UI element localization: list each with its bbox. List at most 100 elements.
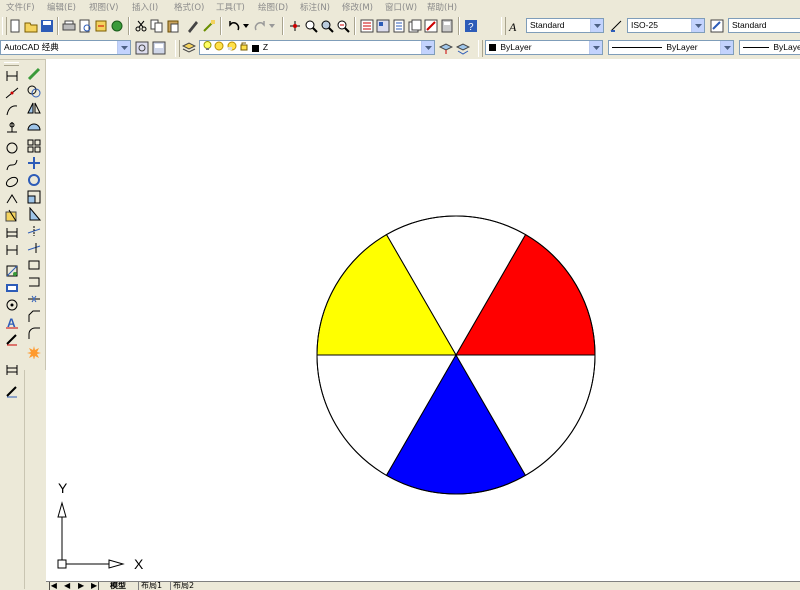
sun-icon[interactable] xyxy=(214,41,224,54)
menu-file[interactable]: 文件(F) xyxy=(6,1,35,13)
menu-format[interactable]: 格式(O) xyxy=(174,1,204,13)
region-icon[interactable] xyxy=(4,297,20,313)
menu-draw[interactable]: 绘图(D) xyxy=(258,1,288,13)
explode-icon[interactable] xyxy=(26,344,42,360)
menu-modify[interactable]: 修改(M) xyxy=(342,1,373,13)
array-icon[interactable] xyxy=(26,138,42,154)
markup-set-manager-icon[interactable] xyxy=(423,18,439,34)
circle-drawing[interactable] xyxy=(316,215,596,495)
block-editor-icon[interactable] xyxy=(201,18,217,34)
circle-icon[interactable] xyxy=(4,140,20,156)
publish-icon[interactable] xyxy=(93,18,109,34)
chevron-down-icon[interactable] xyxy=(421,41,434,54)
redo-dropdown-icon[interactable] xyxy=(268,18,276,34)
properties-icon[interactable] xyxy=(359,18,375,34)
save-icon[interactable] xyxy=(39,18,55,34)
copy-object-icon[interactable] xyxy=(26,83,42,99)
stretch-icon[interactable] xyxy=(26,206,42,222)
help-icon[interactable]: ? xyxy=(463,18,479,34)
copy-icon[interactable] xyxy=(149,18,165,34)
toolbar-grip[interactable] xyxy=(175,40,180,57)
layer-previous-icon[interactable] xyxy=(455,40,471,56)
offset-icon[interactable] xyxy=(26,117,42,133)
hatch-icon[interactable] xyxy=(4,263,20,279)
zoom-previous-icon[interactable] xyxy=(335,18,351,34)
gradient-icon[interactable] xyxy=(4,280,20,296)
open-icon[interactable] xyxy=(23,18,39,34)
dimension-edit-icon[interactable] xyxy=(4,383,20,399)
viewport-freeze-icon[interactable] xyxy=(227,41,237,54)
drawing-canvas[interactable]: Y X xyxy=(46,59,800,581)
make-block-icon[interactable] xyxy=(4,225,20,241)
make-object-layer-current-icon[interactable] xyxy=(438,40,454,56)
drawing-area[interactable]: Y X xyxy=(46,59,800,581)
rotate-icon[interactable] xyxy=(26,172,42,188)
menu-insert[interactable]: 插入(I) xyxy=(132,1,158,13)
workspace-select[interactable]: AutoCAD 经典 xyxy=(0,40,131,55)
polygon-icon[interactable] xyxy=(4,119,20,135)
lock-icon[interactable] xyxy=(239,41,249,54)
color-control-select[interactable]: ByLayer xyxy=(485,40,603,55)
toolbar-grip[interactable] xyxy=(501,17,506,35)
menu-window[interactable]: 窗口(W) xyxy=(385,1,417,13)
zoom-window-icon[interactable] xyxy=(319,18,335,34)
cut-icon[interactable] xyxy=(133,18,149,34)
insert-block-icon[interactable] xyxy=(4,208,20,224)
plot-preview-icon[interactable] xyxy=(77,18,93,34)
paste-icon[interactable] xyxy=(165,18,181,34)
3d-dwf-icon[interactable] xyxy=(109,18,125,34)
construction-line-icon[interactable] xyxy=(4,85,20,101)
menu-tools[interactable]: 工具(T) xyxy=(216,1,245,13)
dim-style-select[interactable]: ISO-25 xyxy=(627,18,705,33)
chamfer-icon[interactable] xyxy=(26,308,42,324)
new-icon[interactable] xyxy=(7,18,23,34)
erase-icon[interactable] xyxy=(26,66,42,82)
move-icon[interactable] xyxy=(26,155,42,171)
chevron-down-icon[interactable] xyxy=(117,41,130,54)
toolbar-grip[interactable] xyxy=(4,62,19,66)
quickcalc-icon[interactable] xyxy=(439,18,455,34)
undo-icon[interactable] xyxy=(226,18,242,34)
chevron-down-icon[interactable] xyxy=(590,19,603,32)
workspace-settings-icon[interactable] xyxy=(134,40,150,56)
menu-view[interactable]: 视图(V) xyxy=(89,1,118,13)
point-icon[interactable] xyxy=(4,242,20,258)
toolbar-grip[interactable] xyxy=(478,40,483,57)
ellipse-icon[interactable] xyxy=(4,174,20,190)
scale-icon[interactable] xyxy=(26,189,42,205)
multiline-text-icon[interactable] xyxy=(4,331,20,347)
extend-icon[interactable] xyxy=(26,240,42,256)
menu-edit[interactable]: 编辑(E) xyxy=(47,1,76,13)
mirror-icon[interactable] xyxy=(26,100,42,116)
polyline-icon[interactable] xyxy=(4,102,20,118)
break-icon[interactable] xyxy=(26,274,42,290)
table-style-select[interactable]: Standard xyxy=(728,18,800,33)
layer-control-select[interactable]: Z xyxy=(199,40,435,55)
tool-palettes-icon[interactable] xyxy=(391,18,407,34)
text-style-icon[interactable]: A xyxy=(507,18,523,34)
match-properties-icon[interactable] xyxy=(185,18,201,34)
redo-icon[interactable] xyxy=(252,18,268,34)
menu-help[interactable]: 帮助(H) xyxy=(427,1,457,13)
line-icon[interactable] xyxy=(4,68,20,84)
dimension-linear-icon[interactable] xyxy=(4,362,20,378)
menu-dimension[interactable]: 标注(N) xyxy=(300,1,330,13)
chevron-down-icon[interactable] xyxy=(589,41,602,54)
workspace-save-icon[interactable] xyxy=(151,40,167,56)
trim-icon[interactable] xyxy=(26,223,42,239)
chevron-down-icon[interactable] xyxy=(720,41,733,54)
linetype-control-select[interactable]: ByLayer xyxy=(608,40,734,55)
lineweight-control-select[interactable]: ByLayer xyxy=(739,40,800,55)
break-at-point-icon[interactable] xyxy=(26,257,42,273)
plot-icon[interactable] xyxy=(61,18,77,34)
text-style-select[interactable]: Standard xyxy=(526,18,604,33)
design-center-icon[interactable] xyxy=(375,18,391,34)
fillet-icon[interactable] xyxy=(26,325,42,341)
undo-dropdown-icon[interactable] xyxy=(242,18,250,34)
ellipse-arc-icon[interactable] xyxy=(4,191,20,207)
zoom-realtime-icon[interactable] xyxy=(303,18,319,34)
lightbulb-icon[interactable] xyxy=(203,41,212,54)
spline-icon[interactable] xyxy=(4,157,20,173)
layer-properties-icon[interactable] xyxy=(181,40,197,56)
table-icon[interactable]: A xyxy=(4,314,20,330)
